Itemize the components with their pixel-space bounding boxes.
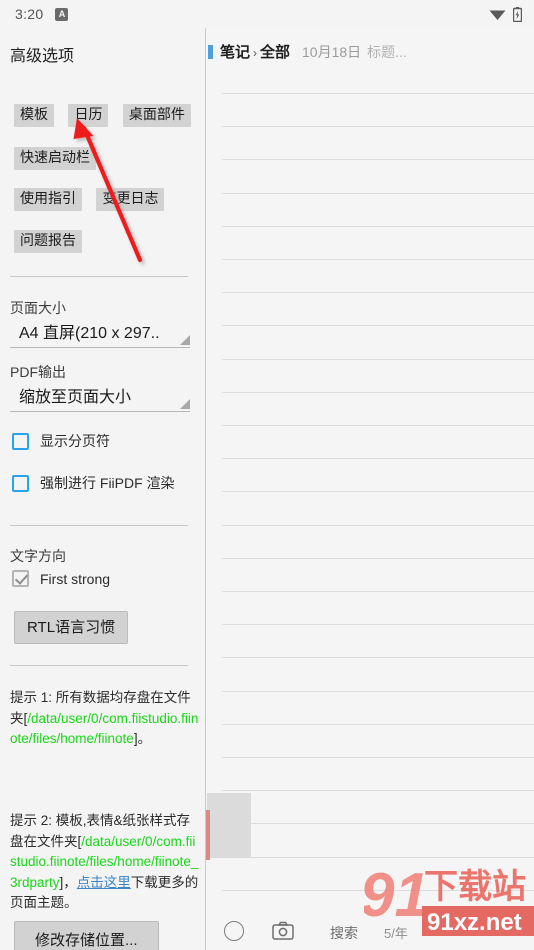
checkbox-force-fiipdf-render[interactable]: 强制进行 FiiPDF 渲染 — [12, 473, 175, 493]
divider-2 — [10, 525, 188, 526]
page-size-spinner[interactable]: A4 直屏(210 x 297.. — [10, 318, 190, 348]
button-issue-report[interactable]: 问题报告 — [14, 230, 82, 253]
watermark-main-text: 下载站 — [424, 868, 526, 906]
note-header[interactable]: 笔记 › 全部 10月18日 标题... — [206, 28, 534, 76]
divider-3 — [10, 665, 188, 666]
bottom-bar-extra-label: 5/年 — [384, 926, 408, 941]
note-accent-bar — [208, 45, 213, 59]
note-ruled-line — [222, 790, 534, 791]
note-ruled-line — [222, 823, 534, 824]
page-title: 高级选项 — [10, 48, 75, 65]
note-ruled-line — [222, 591, 534, 592]
checkbox-icon[interactable] — [12, 432, 29, 450]
checkbox-show-page-break-label: 显示分页符 — [40, 433, 110, 449]
status-bar: 3:20 A — [0, 0, 534, 28]
note-ruled-line — [222, 757, 534, 758]
note-ruled-line — [222, 724, 534, 725]
breadcrumb-separator-icon: › — [253, 46, 258, 60]
note-ruled-line — [222, 193, 534, 194]
app-badge-icon: A — [55, 7, 69, 21]
pdf-output-spinner[interactable]: 缩放至页面大小 — [10, 382, 190, 412]
battery-charging-icon — [513, 6, 522, 22]
text-direction-label: 文字方向 — [10, 548, 66, 564]
note-ruled-line — [222, 857, 534, 858]
checkbox-force-fiipdf-render-label: 强制进行 FiiPDF 渲染 — [40, 475, 175, 491]
note-preview-panel: 笔记 › 全部 10月18日 标题... 搜索 5/年 91 下载站 91xz.net — [206, 28, 534, 950]
note-ruled-line — [222, 226, 534, 227]
button-quick-launch-bar[interactable]: 快速启动栏 — [14, 147, 96, 170]
note-meta: 10月18日 标题... — [302, 42, 407, 62]
page-size-value: A4 直屏(210 x 297.. — [19, 325, 160, 342]
button-changelog[interactable]: 变更日志 — [96, 188, 165, 211]
tip-2: 提示 2: 模板,表情&纸张样式存盘在文件夹[/data/user/0/com.… — [10, 811, 200, 914]
tip-2-tail: ]， — [59, 874, 77, 890]
note-ruled-line — [222, 425, 534, 426]
note-ruled-line — [222, 93, 534, 94]
checkbox-first-strong[interactable]: First strong — [12, 570, 110, 587]
search-label[interactable]: 搜索 — [330, 923, 358, 943]
note-ruled-line — [222, 259, 534, 260]
button-calendar[interactable]: 日历 — [68, 104, 109, 127]
chip-row-2: 快速启动栏 — [14, 147, 96, 170]
wifi-icon — [489, 10, 506, 20]
checkbox-first-strong-label: First strong — [40, 570, 111, 587]
checkbox-icon[interactable] — [12, 570, 29, 587]
breadcrumb[interactable]: 笔记 › 全部 — [220, 41, 290, 62]
note-ruled-line — [222, 159, 534, 160]
camera-icon[interactable] — [272, 921, 294, 940]
status-bar-indicators — [489, 6, 522, 22]
checkbox-icon[interactable] — [12, 474, 29, 492]
chip-row-4: 问题报告 — [14, 230, 82, 253]
note-ruled-line — [222, 890, 534, 891]
breadcrumb-root[interactable]: 笔记 — [220, 44, 250, 61]
note-title-placeholder: 标题... — [367, 44, 407, 60]
pdf-output-value: 缩放至页面大小 — [19, 389, 132, 406]
chip-row-1: 模板 日历 桌面部件 — [14, 104, 191, 127]
note-ruled-line — [222, 359, 534, 360]
note-date: 10月18日 — [302, 44, 362, 60]
note-ruled-line — [222, 624, 534, 625]
note-ruled-line — [222, 657, 534, 658]
page-size-label: 页面大小 — [10, 300, 66, 316]
button-template[interactable]: 模板 — [14, 104, 54, 127]
note-ruled-line — [222, 491, 534, 492]
note-ruled-line — [222, 392, 534, 393]
advanced-options-panel: 高级选项 模板 日历 桌面部件 快速启动栏 使用指引 变更日志 问题报告 页面大… — [0, 28, 205, 950]
link-download-more-themes[interactable]: 点击这里 — [77, 875, 131, 890]
circle-record-icon[interactable] — [224, 921, 244, 941]
pdf-output-label: PDF输出 — [10, 364, 66, 380]
button-desktop-widget[interactable]: 桌面部件 — [122, 104, 191, 127]
button-rtl-language-convention[interactable]: RTL语言习惯 — [14, 611, 129, 644]
checkbox-show-page-break[interactable]: 显示分页符 — [12, 431, 110, 451]
chip-row-3: 使用指引 变更日志 — [14, 188, 165, 211]
note-ruled-line — [222, 525, 534, 526]
note-ruled-line — [222, 691, 534, 692]
breadcrumb-leaf[interactable]: 全部 — [260, 44, 290, 61]
bottom-toolbar: 搜索 5/年 — [206, 912, 534, 950]
chevron-down-icon — [180, 335, 190, 345]
tip-1-tail: ]。 — [133, 731, 152, 746]
note-ruled-line — [222, 458, 534, 459]
note-ruled-line — [222, 325, 534, 326]
tip-1-path: /data/user/0/com.fiistudio.fiinote/files… — [10, 710, 199, 747]
button-change-storage-location[interactable]: 修改存储位置... — [14, 921, 159, 950]
chevron-down-icon — [180, 399, 190, 409]
status-bar-time: 3:20 — [15, 6, 44, 22]
note-ruled-line — [222, 558, 534, 559]
screen-root: 3:20 A 高级选项 模板 日历 桌面部件 快速启动栏 使用指引 变更日志 问… — [0, 0, 534, 950]
button-user-guide[interactable]: 使用指引 — [14, 188, 82, 211]
tip-1: 提示 1: 所有数据均存盘在文件夹[/data/user/0/com.fiist… — [10, 688, 200, 750]
divider-1 — [10, 276, 188, 277]
selected-note-block[interactable] — [207, 793, 251, 858]
note-ruled-line — [222, 292, 534, 293]
note-marker-bar — [206, 810, 210, 860]
note-ruled-line — [222, 126, 534, 127]
